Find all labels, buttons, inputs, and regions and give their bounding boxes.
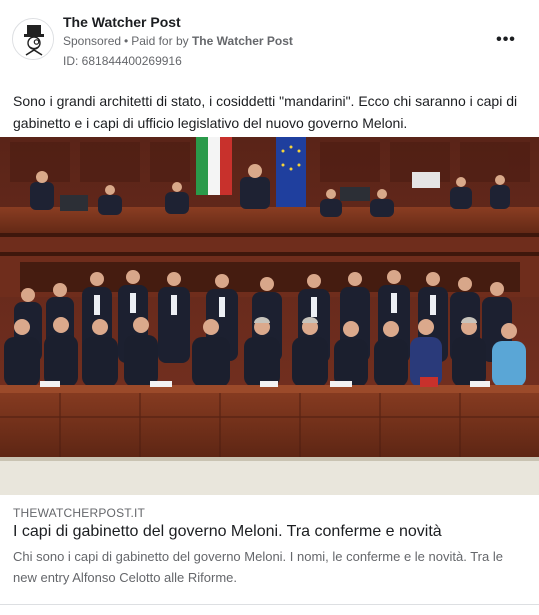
link-preview[interactable]: THEWATCHERPOST.IT I capi di gabinetto de…: [0, 495, 539, 600]
ad-header: The Watcher Post Sponsored • Paid for by T…: [0, 0, 539, 80]
page-avatar[interactable]: [12, 18, 54, 60]
ad-card: The Watcher Post Sponsored • Paid for by T…: [0, 0, 539, 615]
parliament-photo: [0, 137, 539, 495]
watcher-logo-icon: [13, 19, 53, 59]
ad-id: ID: 681844400269916: [63, 54, 182, 68]
link-domain: THEWATCHERPOST.IT: [13, 506, 146, 520]
card-divider: [0, 604, 539, 605]
more-options-button[interactable]: •••: [492, 28, 520, 52]
link-title[interactable]: I capi di gabinetto del governo Meloni. …: [13, 523, 442, 541]
post-image[interactable]: [0, 137, 539, 495]
link-description: Chi sono i capi di gabinetto del governo…: [13, 549, 503, 585]
paid-for-prefix: Paid for by: [131, 34, 189, 48]
sponsored-label[interactable]: Sponsored: [63, 34, 121, 48]
page-name-link[interactable]: The Watcher Post: [63, 14, 181, 30]
sponsored-info: Sponsored • Paid for by The Watcher Post: [63, 34, 293, 48]
post-text: Sono i grandi architetti di stato, i cos…: [13, 93, 518, 131]
separator-dot: •: [124, 34, 129, 48]
more-horizontal-icon: •••: [496, 31, 516, 48]
paid-for-by-name[interactable]: The Watcher Post: [192, 34, 293, 48]
